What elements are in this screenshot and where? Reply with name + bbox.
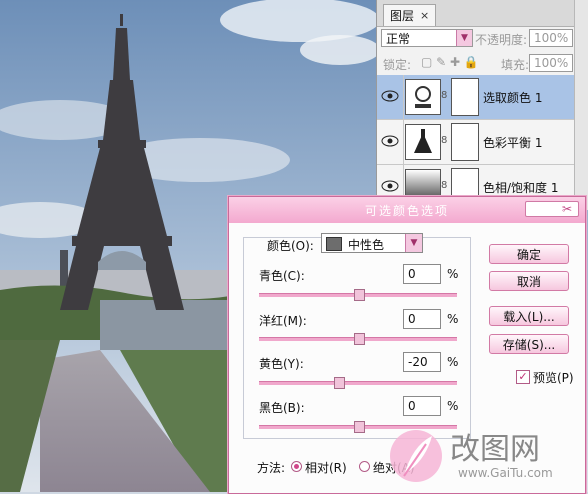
fill-input[interactable]: 100% xyxy=(529,54,573,72)
method-relative-label: 相对(R) xyxy=(305,461,347,475)
close-icon: ✂ xyxy=(561,202,574,216)
ok-button[interactable]: 确定 xyxy=(489,244,569,264)
cyan-label: 青色(C): xyxy=(259,269,305,283)
cyan-value-input[interactable]: 0 xyxy=(403,264,441,284)
yellow-label: 黄色(Y): xyxy=(259,357,304,371)
blend-mode-value: 正常 xyxy=(386,31,411,46)
layers-panel: 图层 × 正常 ▼ 不透明度: 100% ▸ 锁定: ▢ ✎ ✚ 🔒 填充: 1… xyxy=(376,0,588,210)
colors-select-value: 中性色 xyxy=(348,238,385,252)
yellow-percent: % xyxy=(447,355,459,369)
preview-label: 预览(P) xyxy=(533,371,574,385)
yellow-slider-thumb[interactable] xyxy=(333,377,345,389)
opacity-label: 不透明度: xyxy=(475,33,528,47)
layers-tab[interactable]: 图层 × xyxy=(383,4,437,26)
cancel-button[interactable]: 取消 xyxy=(489,271,569,291)
colors-label: 颜色(O): xyxy=(267,239,314,253)
lock-label: 锁定: xyxy=(383,58,412,72)
dialog-title: 可选颜色选项 xyxy=(364,203,449,218)
adjustment-thumb-icon xyxy=(405,79,441,115)
black-label: 黑色(B): xyxy=(259,401,305,415)
black-value-input[interactable]: 0 xyxy=(403,396,441,416)
close-icon[interactable]: × xyxy=(420,9,429,22)
layer-name: 色相/饱和度 1 xyxy=(483,181,559,195)
layers-tab-bar: 图层 × xyxy=(377,0,588,27)
blend-mode-select[interactable]: 正常 ▼ xyxy=(381,29,473,47)
close-button[interactable]: ✂ xyxy=(525,201,579,217)
yellow-slider-track[interactable] xyxy=(259,377,457,389)
fill-label: 填充: xyxy=(501,58,530,72)
layers-scrollbar[interactable] xyxy=(574,0,588,210)
cyan-slider-track[interactable] xyxy=(259,289,457,301)
watermark-text: 改图网 xyxy=(450,432,540,467)
eye-icon[interactable] xyxy=(381,179,399,193)
fill-value: 100% xyxy=(534,56,569,70)
yellow-value-input[interactable]: -20 xyxy=(403,352,441,372)
layer-name: 选取颜色 1 xyxy=(483,91,543,105)
chevron-down-icon: ▼ xyxy=(405,234,422,252)
magenta-label: 洋红(M): xyxy=(259,314,307,328)
lock-icons[interactable]: ▢ ✎ ✚ 🔒 xyxy=(421,55,479,69)
load-button[interactable]: 载入(L)... xyxy=(489,306,569,326)
layers-tab-label: 图层 xyxy=(390,9,415,23)
cyan-slider-thumb[interactable] xyxy=(353,289,365,301)
magenta-slider-track[interactable] xyxy=(259,333,457,345)
lock-fill-row: 锁定: ▢ ✎ ✚ 🔒 填充: 100% ▸ xyxy=(377,51,588,75)
chevron-down-icon: ▼ xyxy=(456,30,472,46)
layer-row-selective-color[interactable]: 8 选取颜色 1 xyxy=(377,75,588,120)
preview-checkbox[interactable]: ✓ xyxy=(516,370,530,384)
feather-logo-icon xyxy=(390,430,442,482)
divider xyxy=(403,75,404,119)
method-relative-radio[interactable] xyxy=(291,461,302,472)
magenta-slider-thumb[interactable] xyxy=(353,333,365,345)
blend-opacity-row: 正常 ▼ 不透明度: 100% ▸ xyxy=(377,26,588,50)
balance-thumb-icon xyxy=(405,124,441,160)
colors-select[interactable]: 中性色 ▼ xyxy=(321,233,423,253)
link-icon: 8 xyxy=(441,180,448,191)
eye-icon[interactable] xyxy=(381,134,399,148)
watermark-url: www.GaiTu.com xyxy=(458,466,553,480)
method-label: 方法: xyxy=(257,461,286,475)
save-button[interactable]: 存储(S)... xyxy=(489,334,569,354)
dialog-titlebar[interactable]: 可选颜色选项 ✂ xyxy=(229,197,585,223)
black-slider-thumb[interactable] xyxy=(353,421,365,433)
opacity-value: 100% xyxy=(534,31,569,45)
opacity-input[interactable]: 100% xyxy=(529,29,573,47)
neutral-swatch xyxy=(326,237,342,251)
method-absolute-radio[interactable] xyxy=(359,461,370,472)
magenta-value-input[interactable]: 0 xyxy=(403,309,441,329)
black-percent: % xyxy=(447,399,459,413)
layer-name: 色彩平衡 1 xyxy=(483,136,543,150)
link-icon: 8 xyxy=(441,90,448,101)
watermark: 改图网 www.GaiTu.com xyxy=(380,420,588,492)
layer-mask-thumb xyxy=(451,78,479,116)
link-icon: 8 xyxy=(441,135,448,146)
layer-row-color-balance[interactable]: 8 色彩平衡 1 xyxy=(377,120,588,165)
cyan-percent: % xyxy=(447,267,459,281)
divider xyxy=(403,120,404,164)
magenta-percent: % xyxy=(447,312,459,326)
eye-icon[interactable] xyxy=(381,89,399,103)
layer-mask-thumb xyxy=(451,123,479,161)
